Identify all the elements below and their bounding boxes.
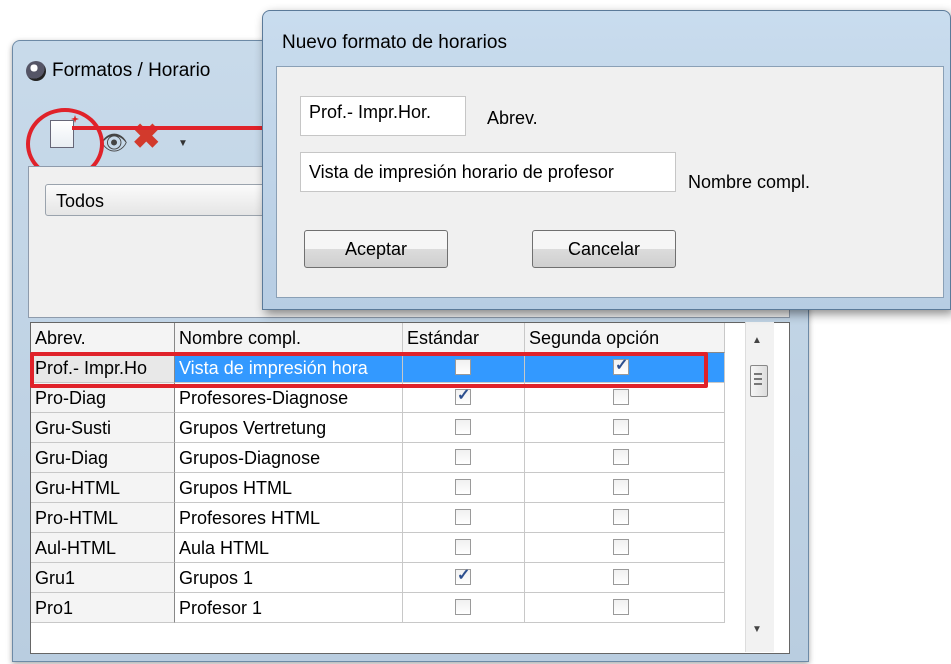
filter-combo[interactable]: Todos (45, 184, 285, 216)
abrev-input[interactable]: Prof.- Impr.Hor. (300, 96, 466, 136)
dialog-title: Nuevo formato de horarios (282, 32, 507, 53)
cell-abrev[interactable]: Pro1 (31, 593, 175, 623)
cancel-button[interactable]: Cancelar (532, 230, 676, 268)
cell-standard (403, 413, 525, 443)
cell-standard (403, 563, 525, 593)
cell-name[interactable]: Profesor 1 (175, 593, 403, 623)
table-row[interactable]: Gru-Diag Grupos-Diagnose (31, 443, 725, 473)
standard-checkbox[interactable] (455, 509, 471, 525)
abrev-label: Abrev. (487, 108, 538, 128)
cell-abrev[interactable]: Gru-Susti (31, 413, 175, 443)
selected-row-highlight (30, 352, 708, 388)
cell-name[interactable]: Grupos HTML (175, 473, 403, 503)
eye-icon[interactable]: 👁 (100, 130, 128, 156)
cell-second-option (525, 563, 725, 593)
scroll-up-icon[interactable]: ▲ (752, 335, 762, 346)
standard-checkbox[interactable] (455, 566, 471, 586)
chevron-down-icon[interactable]: ▼ (178, 138, 188, 149)
app-clock-icon (26, 61, 46, 81)
second-option-checkbox[interactable] (613, 569, 629, 585)
table-row[interactable]: Gru-Susti Grupos Vertretung (31, 413, 725, 443)
second-option-checkbox[interactable] (613, 389, 629, 405)
scroll-grip-icon (754, 373, 762, 385)
cell-abrev[interactable]: Gru1 (31, 563, 175, 593)
grid-header-row: Abrev. Nombre compl. Estándar Segunda op… (31, 323, 725, 353)
header-abrev[interactable]: Abrev. (31, 323, 175, 353)
second-option-checkbox[interactable] (613, 509, 629, 525)
cell-standard (403, 593, 525, 623)
cell-abrev[interactable]: Pro-HTML (31, 503, 175, 533)
cell-name[interactable]: Aula HTML (175, 533, 403, 563)
second-option-checkbox[interactable] (613, 419, 629, 435)
arrow-line (72, 126, 282, 130)
table-row[interactable]: Pro-HTML Profesores HTML (31, 503, 725, 533)
cell-standard (403, 503, 525, 533)
cell-name[interactable]: Profesores HTML (175, 503, 403, 533)
name-label: Nombre compl. (688, 172, 811, 192)
accept-button[interactable]: Aceptar (304, 230, 448, 268)
cell-abrev[interactable]: Gru-Diag (31, 443, 175, 473)
standard-checkbox[interactable] (455, 386, 471, 406)
standard-checkbox[interactable] (455, 419, 471, 435)
name-input[interactable]: Vista de impresión horario de profesor (300, 152, 676, 192)
header-second-option[interactable]: Segunda opción (525, 323, 725, 353)
window-title: Formatos / Horario (52, 60, 211, 81)
cell-second-option (525, 443, 725, 473)
cell-standard (403, 533, 525, 563)
scroll-down-icon[interactable]: ▼ (752, 624, 762, 635)
cell-abrev[interactable]: Gru-HTML (31, 473, 175, 503)
table-row[interactable]: Aul-HTML Aula HTML (31, 533, 725, 563)
table-row[interactable]: Gru-HTML Grupos HTML (31, 473, 725, 503)
standard-checkbox[interactable] (455, 599, 471, 615)
second-option-checkbox[interactable] (613, 599, 629, 615)
cell-name[interactable]: Grupos 1 (175, 563, 403, 593)
cell-name[interactable]: Grupos Vertretung (175, 413, 403, 443)
cell-standard (403, 443, 525, 473)
cell-second-option (525, 473, 725, 503)
header-standard[interactable]: Estándar (403, 323, 525, 353)
cell-second-option (525, 533, 725, 563)
second-option-checkbox[interactable] (613, 479, 629, 495)
cell-abrev[interactable]: Aul-HTML (31, 533, 175, 563)
cell-standard (403, 473, 525, 503)
cell-name[interactable]: Grupos-Diagnose (175, 443, 403, 473)
second-option-checkbox[interactable] (613, 539, 629, 555)
second-option-checkbox[interactable] (613, 449, 629, 465)
table-row[interactable]: Gru1 Grupos 1 (31, 563, 725, 593)
cell-second-option (525, 503, 725, 533)
standard-checkbox[interactable] (455, 479, 471, 495)
cell-second-option (525, 413, 725, 443)
standard-checkbox[interactable] (455, 539, 471, 555)
table-row[interactable]: Pro1 Profesor 1 (31, 593, 725, 623)
standard-checkbox[interactable] (455, 449, 471, 465)
cell-second-option (525, 593, 725, 623)
header-name[interactable]: Nombre compl. (175, 323, 403, 353)
